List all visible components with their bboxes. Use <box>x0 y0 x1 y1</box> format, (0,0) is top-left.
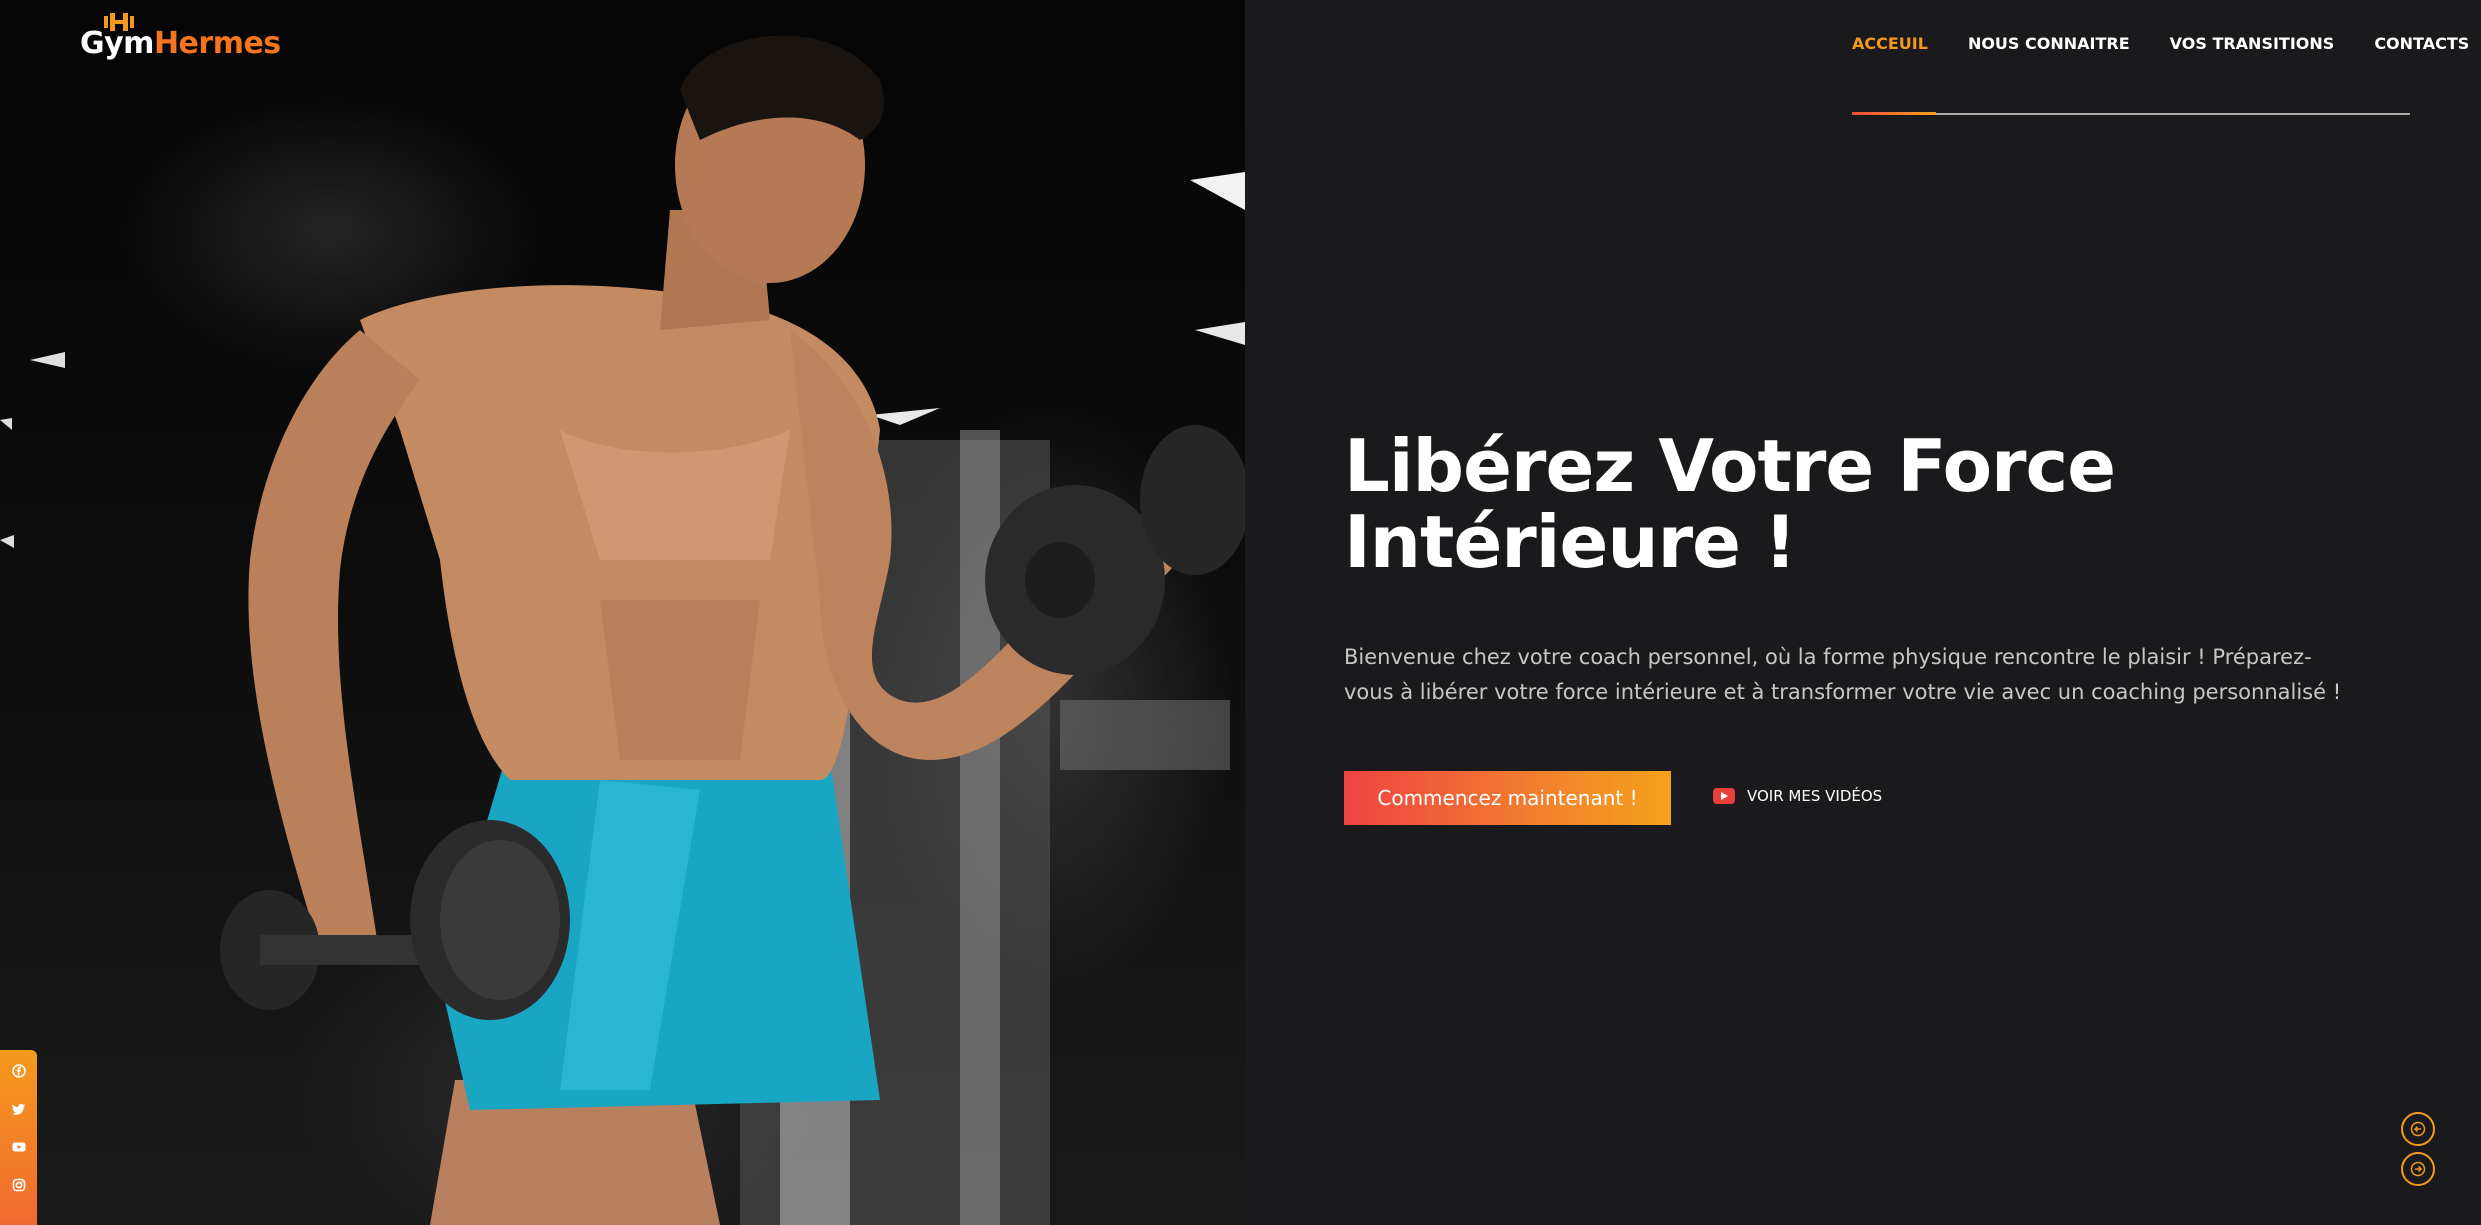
hero-intro: Bienvenue chez votre coach personnel, où… <box>1344 645 2342 704</box>
nav-item-vos-transitions[interactable]: VOS TRANSITIONS <box>2170 34 2335 53</box>
start-now-button[interactable]: Commencez maintenant ! <box>1344 771 1671 825</box>
dumbbell-icon <box>104 13 134 31</box>
hero-image <box>0 0 1245 1225</box>
slider-next-button[interactable] <box>2401 1152 2435 1186</box>
nav-item-nous-connaitre[interactable]: NOUS CONNAITRE <box>1968 34 2130 53</box>
arrow-right-icon <box>2410 1161 2426 1177</box>
nav-active-indicator <box>1852 112 1936 115</box>
bodybuilder-illustration <box>0 35 1245 1225</box>
slider-prev-button[interactable] <box>2401 1112 2435 1146</box>
twitter-icon[interactable] <box>11 1102 26 1116</box>
social-sidebar <box>0 1050 37 1225</box>
youtube-play-icon <box>1713 788 1735 804</box>
logo-text-hermes: Hermes <box>153 26 281 61</box>
instagram-icon[interactable] <box>12 1178 26 1192</box>
facebook-icon[interactable] <box>11 1064 26 1078</box>
watch-videos-label: VOIR MES VIDÉOS <box>1747 787 1883 805</box>
main-nav: ACCEUIL NOUS CONNAITRE VOS TRANSITIONS C… <box>1852 34 2469 53</box>
nav-item-accueil[interactable]: ACCEUIL <box>1852 34 1928 53</box>
watch-videos-link[interactable]: VOIR MES VIDÉOS <box>1713 787 1882 805</box>
site-logo[interactable]: GymHermes <box>80 13 281 61</box>
hero-headline: Libérez Votre Force Intérieure ! <box>1344 424 2116 584</box>
arrow-left-icon <box>2410 1121 2426 1137</box>
nav-item-contacts[interactable]: CONTACTS <box>2374 34 2469 53</box>
youtube-icon[interactable] <box>12 1140 26 1154</box>
